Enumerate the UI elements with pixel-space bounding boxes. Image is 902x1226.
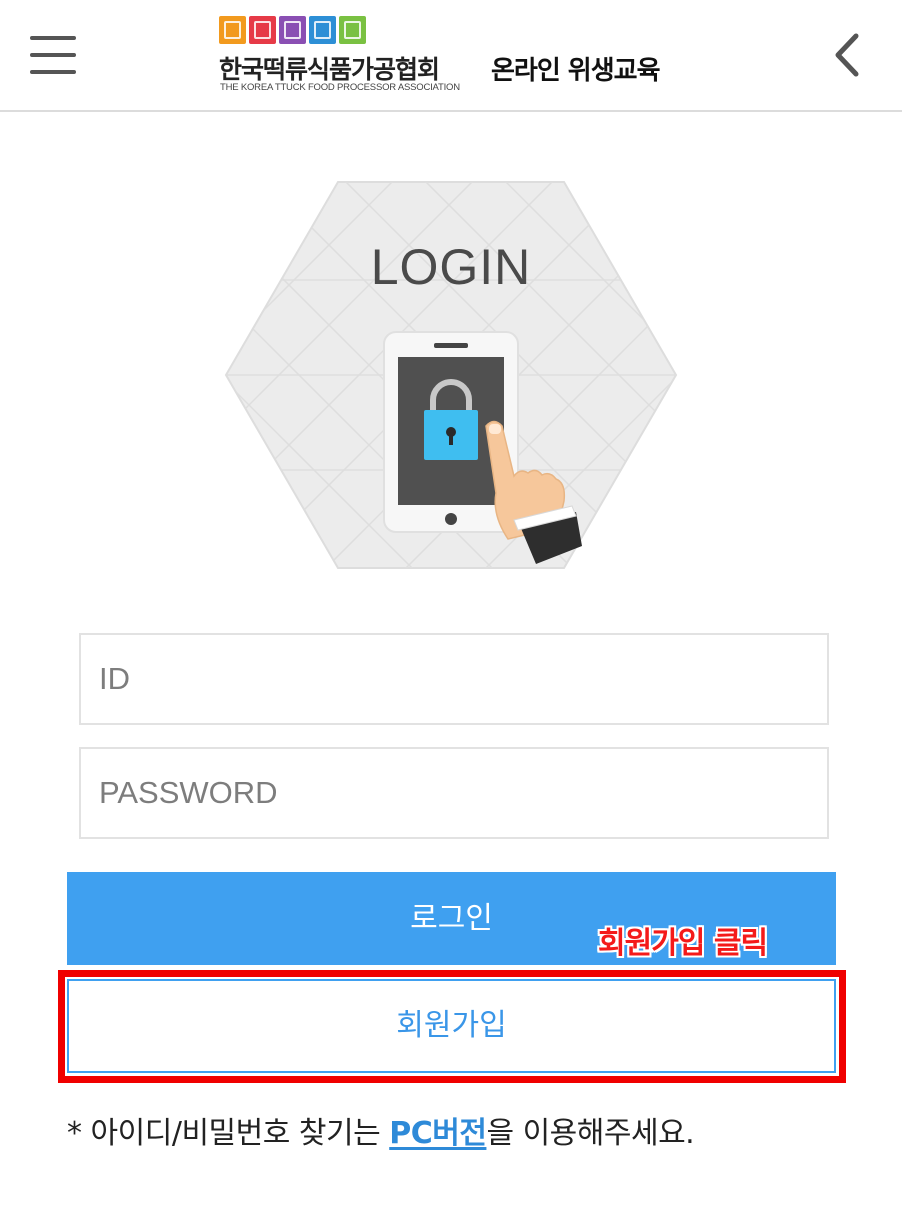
password-input[interactable]: [79, 747, 829, 839]
hamburger-menu-icon[interactable]: [30, 34, 78, 76]
id-input[interactable]: [79, 633, 829, 725]
login-hero: LOGIN: [224, 180, 678, 570]
logo-english-name: THE KOREA TTUCK FOOD PROCESSOR ASSOCIATI…: [220, 82, 460, 93]
app-header: 한국떡류식품가공협회 THE KOREA TTUCK FOOD PROCESSO…: [0, 0, 902, 112]
chevron-left-icon: [835, 33, 859, 77]
site-title: 온라인 위생교육: [491, 56, 660, 86]
notice-prefix: * 아이디/비밀번호 찾기는: [67, 1116, 390, 1151]
association-logo[interactable]: 한국떡류식품가공협회 THE KOREA TTUCK FOOD PROCESSO…: [219, 16, 689, 96]
phone-lock-hand-illustration: [383, 331, 582, 564]
pc-version-link[interactable]: PC버전: [389, 1116, 487, 1151]
find-account-notice: * 아이디/비밀번호 찾기는 PC버전을 이용해주세요.: [67, 1108, 867, 1152]
signup-button[interactable]: 회원가입: [67, 979, 836, 1073]
notice-suffix: 을 이용해주세요.: [486, 1116, 695, 1151]
logo-emblem: [219, 16, 366, 46]
annotation-label: 회원가입 클릭: [598, 926, 768, 961]
back-button[interactable]: [826, 30, 870, 80]
logo-korean-name: 한국떡류식품가공협회: [219, 55, 440, 84]
